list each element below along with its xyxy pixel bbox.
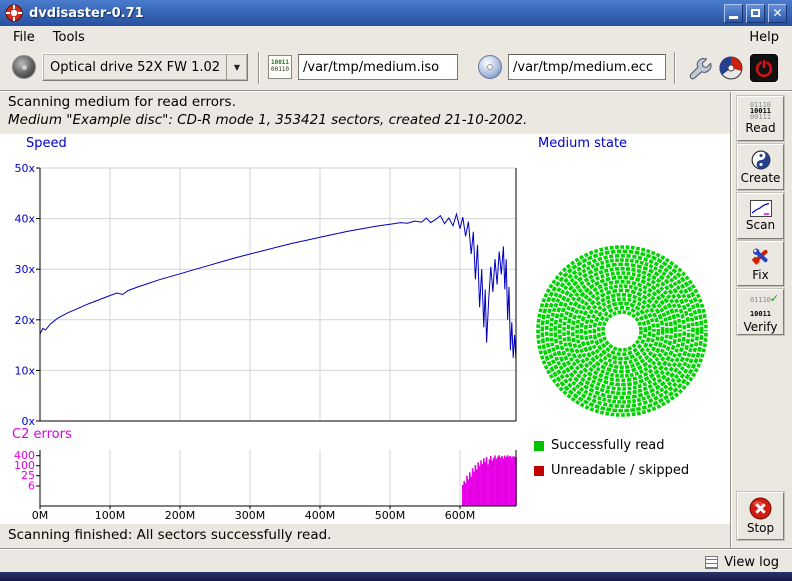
power-icon <box>752 56 776 80</box>
maximize-button[interactable] <box>746 4 765 23</box>
toolbar: Optical drive 52X FW 1.02 ▼ 1001100110 <box>0 48 792 90</box>
legend-unreadable: Unreadable / skipped <box>534 463 689 478</box>
sidebar-verify-button[interactable]: 01110 10011 ✓ Verify <box>737 289 784 335</box>
ecc-disc-icon <box>478 55 502 79</box>
sidebar-create-button[interactable]: Create <box>737 144 784 190</box>
divider <box>730 92 732 548</box>
medium-state-title: Medium state <box>538 136 627 151</box>
svg-text:0M: 0M <box>32 509 49 522</box>
wrench-icon <box>686 55 712 81</box>
scan-drawing-area: 0x10x20x30x40x50x0M100M200M300M400M500M6… <box>0 134 730 524</box>
legend-read-label: Successfully read <box>551 438 664 453</box>
optical-drive-icon <box>12 55 36 79</box>
view-log-button[interactable]: View log <box>700 551 784 573</box>
chevron-down-icon[interactable]: ▼ <box>226 54 247 80</box>
window-border <box>0 572 792 581</box>
svg-text:30x: 30x <box>14 263 35 276</box>
drive-selector[interactable]: Optical drive 52X FW 1.02 ▼ <box>42 53 248 81</box>
crossed-tools-icon <box>750 245 772 267</box>
menu-help[interactable]: Help <box>740 28 788 47</box>
view-log-label: View log <box>724 555 779 570</box>
scan-label: Scan <box>746 218 775 232</box>
minimize-icon <box>729 16 738 19</box>
svg-text:40x: 40x <box>14 213 35 226</box>
quit-button[interactable] <box>750 54 778 82</box>
mini-chart-icon <box>750 200 772 217</box>
sidebar-read-button[interactable]: 01110 10011 00111 Read <box>737 96 784 141</box>
legend-unreadable-label: Unreadable / skipped <box>551 463 689 478</box>
create-label: Create <box>741 171 781 185</box>
footer-bar: View log <box>0 550 792 572</box>
menu-tools[interactable]: Tools <box>44 28 94 47</box>
c2-errors-title: C2 errors <box>12 427 72 442</box>
status-line2: Medium "Example disc": CD-R mode 1, 3534… <box>8 112 527 128</box>
titlebar[interactable]: dvdisaster-0.71 ✕ <box>0 0 792 26</box>
binary-read-icon: 01110 10011 00111 <box>750 102 771 120</box>
svg-text:300M: 300M <box>235 509 266 522</box>
identity-button[interactable] <box>716 53 746 83</box>
iso-file-icon: 1001100110 <box>268 55 292 79</box>
toolbar-separator <box>674 52 676 84</box>
menu-file[interactable]: File <box>4 28 44 47</box>
minimize-button[interactable] <box>724 4 743 23</box>
svg-text:400M: 400M <box>305 509 336 522</box>
svg-text:10x: 10x <box>14 364 35 377</box>
read-label: Read <box>745 121 775 135</box>
svg-text:6: 6 <box>28 480 35 493</box>
color-wheel-icon <box>718 55 744 81</box>
preferences-button[interactable] <box>684 53 714 83</box>
sidebar-scan-button[interactable]: Scan <box>737 193 784 239</box>
maximize-icon <box>751 9 760 17</box>
close-button[interactable]: ✕ <box>768 4 787 23</box>
fix-label: Fix <box>752 268 768 282</box>
binary-check-icon: 01110 10011 <box>750 296 771 318</box>
window-title: dvdisaster-0.71 <box>29 6 724 21</box>
ecc-path-input[interactable] <box>508 54 666 80</box>
svg-text:500M: 500M <box>375 509 406 522</box>
sidebar-stop-button[interactable]: Stop <box>737 492 784 540</box>
svg-text:100M: 100M <box>95 509 126 522</box>
sidebar-fix-button[interactable]: Fix <box>737 241 784 286</box>
svg-text:200M: 200M <box>165 509 196 522</box>
status-area: Scanning medium for read errors. Medium … <box>0 92 730 134</box>
menubar: File Tools Help <box>0 26 792 48</box>
verify-label: Verify <box>743 320 777 334</box>
close-icon: ✕ <box>772 7 782 19</box>
yin-yang-icon <box>751 150 771 170</box>
log-icon <box>705 556 718 569</box>
green-swatch-icon <box>534 441 544 451</box>
status-line1: Scanning medium for read errors. <box>8 94 236 110</box>
drive-selector-value: Optical drive 52X FW 1.02 <box>43 54 226 80</box>
svg-text:600M: 600M <box>445 509 476 522</box>
app-window: dvdisaster-0.71 ✕ File Tools Help Optica… <box>0 0 792 581</box>
svg-text:50x: 50x <box>14 162 35 175</box>
red-swatch-icon <box>534 466 544 476</box>
svg-text:20x: 20x <box>14 314 35 327</box>
speed-chart-title: Speed <box>26 136 67 151</box>
check-icon: ✓ <box>770 292 779 305</box>
toolbar-separator <box>258 52 260 84</box>
footer-message: Scanning finished: All sectors successfu… <box>0 524 730 548</box>
iso-path-input[interactable] <box>298 54 458 80</box>
stop-label: Stop <box>747 521 774 535</box>
legend-successfully-read: Successfully read <box>534 438 664 453</box>
app-icon <box>5 4 23 22</box>
stop-x-icon <box>749 497 772 520</box>
